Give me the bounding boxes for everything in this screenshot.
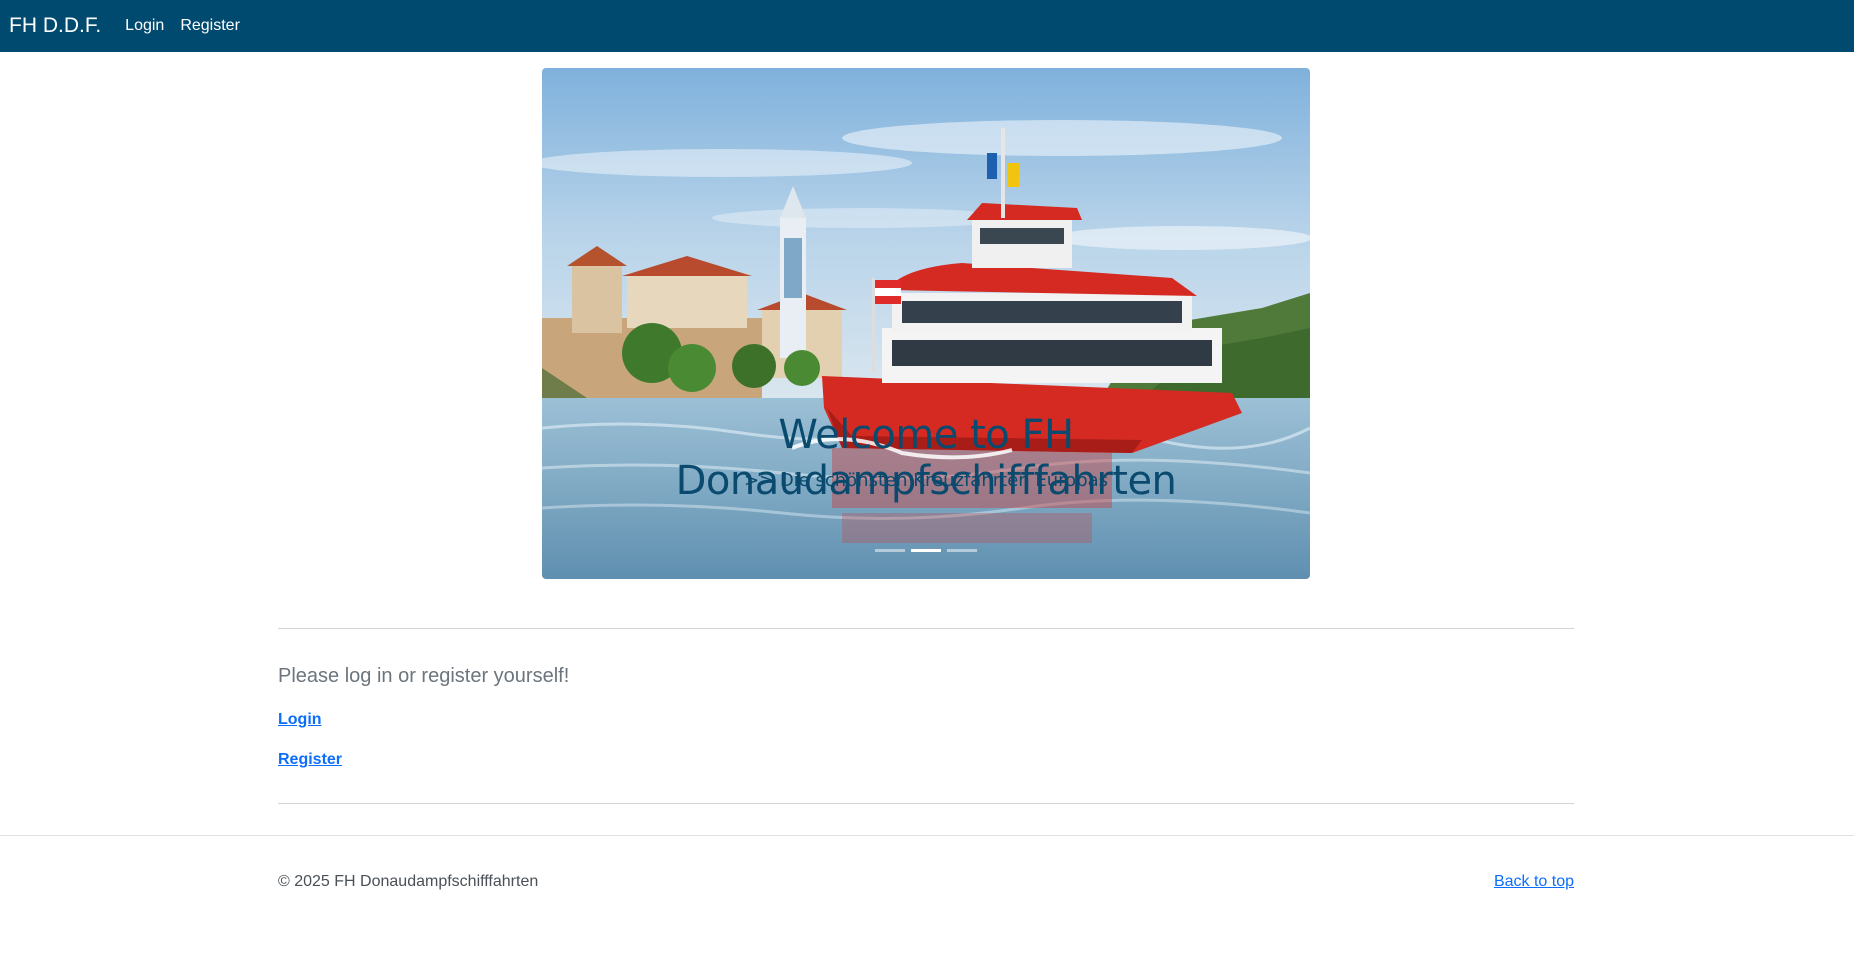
login-link[interactable]: Login [278,711,322,729]
carousel-indicator[interactable] [947,549,977,552]
top-navbar: FH D.D.F. Login Register [0,0,1854,52]
brand-link[interactable]: FH D.D.F. [9,14,101,38]
footer-divider [0,835,1854,836]
carousel-indicators [542,549,1310,552]
carousel-indicator[interactable] [875,549,905,552]
back-to-top-link[interactable]: Back to top [1494,873,1574,891]
nav-register-link[interactable]: Register [180,17,240,35]
content-divider-top [278,628,1574,629]
register-link[interactable]: Register [278,751,342,769]
login-prompt: Please log in or register yourself! [278,665,570,687]
nav-login-link[interactable]: Login [125,17,164,35]
hero-subtitle: >> Die schönsten Kreuzfahrten Europas [743,470,1109,491]
hero-carousel[interactable]: Welcome to FH Donaudampfschifffahrten >>… [542,68,1310,579]
carousel-indicator-active[interactable] [911,549,941,552]
footer-copyright: © 2025 FH Donaudampfschifffahrten [278,873,539,890]
content-divider-bottom [278,803,1574,804]
